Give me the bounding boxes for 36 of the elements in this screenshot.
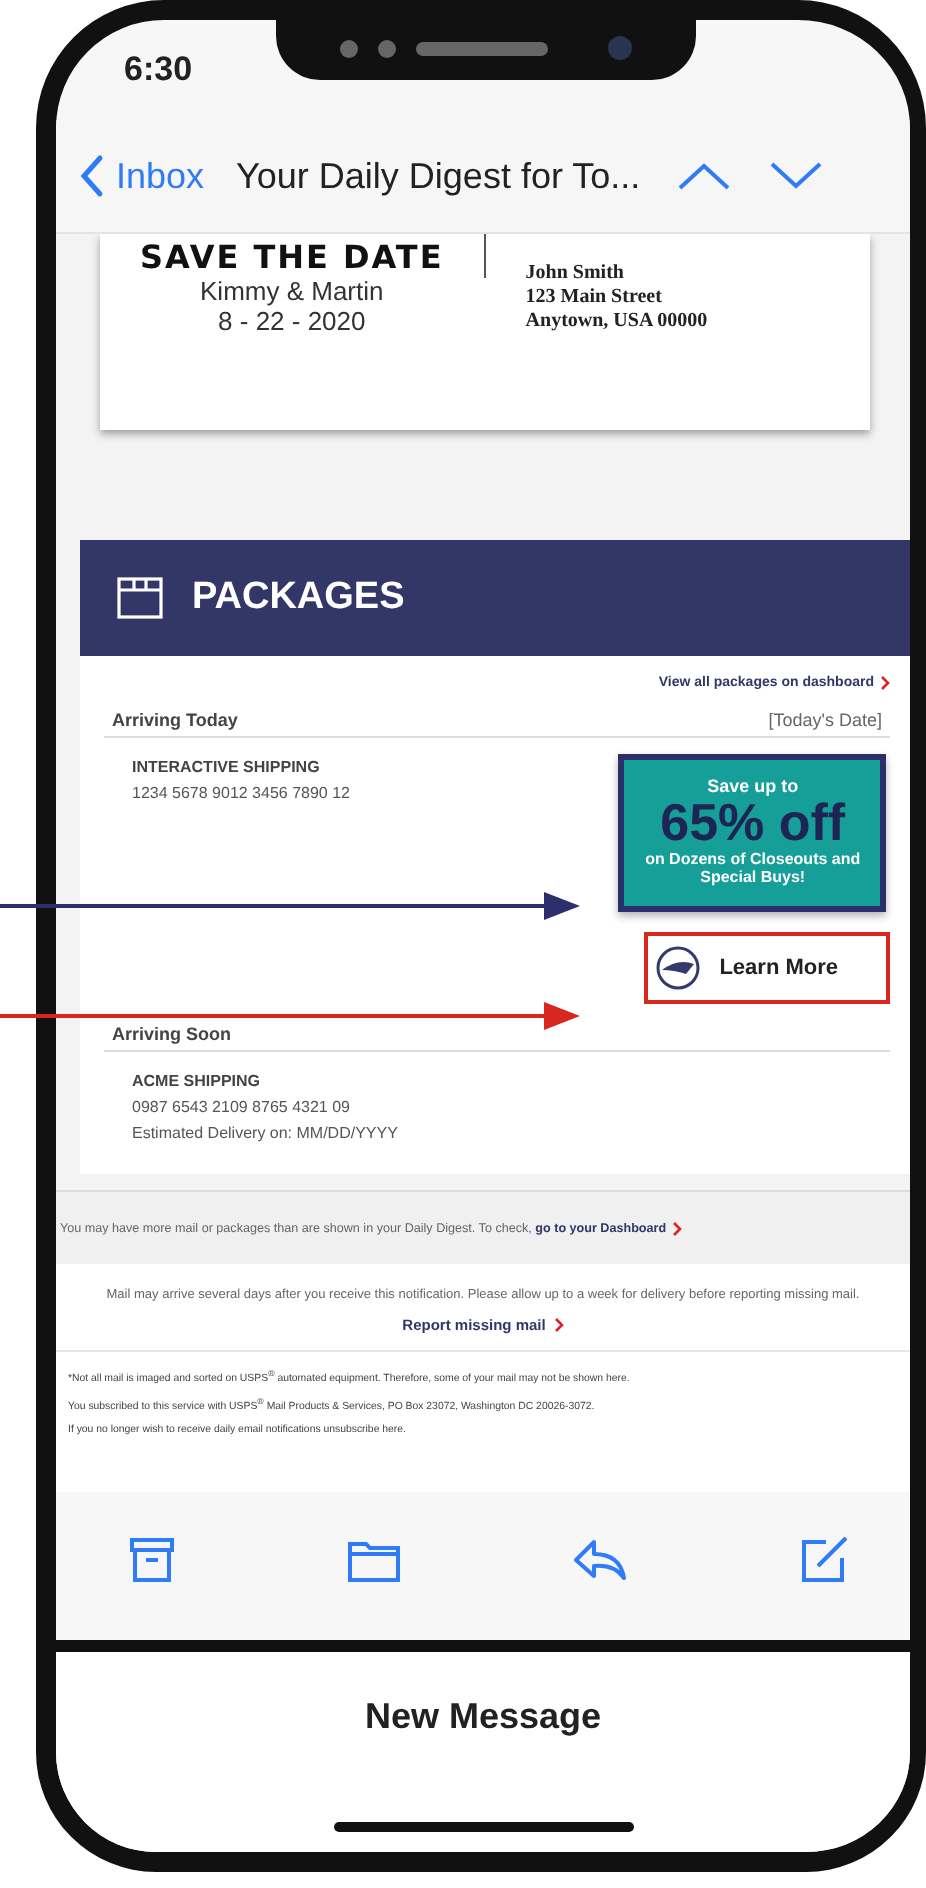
mail-date: 8 - 22 - 2020 (218, 306, 366, 336)
carrier-name: ACME SHIPPING (132, 1072, 263, 1091)
package-detail: 0987 6543 2109 8765 4321 09 (132, 1098, 352, 1117)
section-heading: Arriving Today (112, 710, 238, 730)
promo-ad[interactable]: Save up to 65% off on Dozens of Closeouts and Special Buys! (618, 754, 887, 913)
mail-names: Kimmy & Martin (200, 276, 384, 306)
back-chevron-icon (80, 154, 104, 198)
status-time: 6:30 (124, 50, 193, 90)
back-button[interactable]: Inbox (80, 154, 205, 198)
mail-heading: SAVE THE DATE (140, 238, 444, 276)
reply-icon[interactable] (572, 1536, 628, 1584)
promo-detail: on Dozens of Closeouts and Special Buys! (643, 850, 863, 887)
previous-icon[interactable] (676, 160, 733, 192)
address-line: John Smith (525, 262, 626, 284)
sheet-title: New Message (364, 1696, 602, 1738)
folder-icon[interactable] (346, 1536, 402, 1584)
compose-icon[interactable] (798, 1534, 850, 1586)
address-line: Anytown, USA 00000 (525, 310, 708, 332)
learn-more-button[interactable]: Learn More (643, 932, 890, 1005)
chevron-icon (880, 676, 890, 690)
email-subject: Your Daily Digest for To... (236, 155, 641, 197)
promo-lead: Save up to (707, 776, 799, 796)
promo-headline: 65% off (660, 796, 846, 851)
package-icon (116, 576, 164, 620)
compose-sheet[interactable]: New Message (56, 1652, 910, 1852)
section-date: [Today's Date] (768, 710, 882, 730)
next-icon[interactable] (768, 160, 825, 192)
archive-icon[interactable] (128, 1536, 176, 1584)
package-detail: 1234 5678 9012 3456 7890 12 (132, 784, 350, 802)
carrier-name: INTERACTIVE SHIPPING (132, 758, 322, 776)
address-line: 123 Main Street (525, 286, 664, 308)
package-detail: Estimated Delivery on: MM/DD/YYYY (132, 1124, 398, 1143)
chevron-icon (672, 1221, 683, 1236)
packages-title: PACKAGES (192, 576, 405, 620)
section-heading: Arriving Soon (112, 1024, 232, 1045)
chevron-icon (553, 1318, 564, 1333)
